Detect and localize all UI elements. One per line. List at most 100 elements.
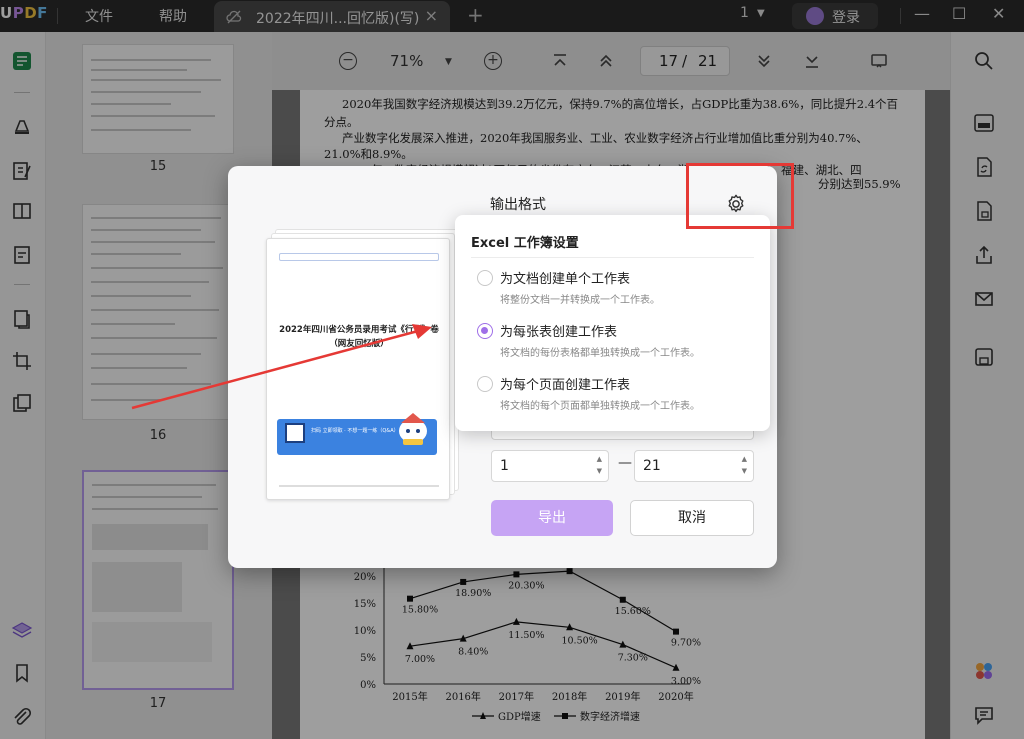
current-page: 17 [659, 52, 679, 70]
zoom-out-button[interactable]: − [339, 52, 357, 70]
crop-icon[interactable] [11, 350, 33, 372]
search-icon[interactable] [973, 50, 995, 72]
page-thumbnail-active[interactable] [82, 470, 234, 690]
thumbnail-page-number: 15 [149, 159, 167, 174]
range-separator: — [618, 455, 632, 471]
data-point [460, 578, 467, 585]
data-point [512, 617, 520, 625]
layers-icon[interactable] [11, 620, 33, 642]
x-tick-label: 2018年 [552, 690, 587, 703]
chevron-down-icon[interactable]: ▼ [757, 8, 765, 19]
save-icon[interactable] [973, 346, 995, 368]
protect-file-icon[interactable] [973, 200, 995, 222]
preview-title: 2022年四川省公务员录用考试《行测》卷（网友回忆版） [279, 325, 439, 349]
y-tick-label: 10% [354, 626, 376, 637]
menu-help[interactable]: 帮助 [159, 6, 187, 26]
export-button[interactable]: 导出 [491, 500, 613, 536]
divider [471, 257, 754, 258]
data-label: 9.70% [671, 638, 701, 649]
option-label[interactable]: 为文档创建单个工作表 [500, 268, 630, 287]
minimize-button[interactable]: — [914, 4, 930, 23]
share-icon[interactable] [973, 244, 995, 266]
data-label: 10.50% [561, 635, 597, 646]
menu-file[interactable]: 文件 [85, 6, 113, 26]
x-tick-label: 2020年 [658, 690, 693, 703]
range-from-input[interactable]: 1 ▲ ▼ [491, 450, 609, 482]
data-point [407, 595, 413, 602]
bookmark-icon[interactable] [11, 662, 33, 684]
maximize-button[interactable]: ☐ [952, 4, 966, 23]
page-text-line: 21.0%和8.9%。 [324, 147, 413, 161]
login-button[interactable]: 登录 [792, 3, 878, 29]
option-label[interactable]: 为每张表创建工作表 [500, 321, 617, 340]
edit-icon[interactable] [11, 160, 33, 182]
convert-icon[interactable] [11, 308, 33, 330]
preview-footer [279, 485, 439, 487]
range-to-input[interactable]: 21 ▲ ▼ [634, 450, 754, 482]
last-page-icon[interactable] [803, 52, 821, 70]
preview-banner-text: 扫码 立即领取 · 不想一题一练（Q&A） [311, 428, 399, 434]
data-point [566, 568, 573, 575]
y-tick-label: 20% [354, 572, 376, 583]
document-tab[interactable]: 2022年四川...回忆版)(写) × [214, 1, 450, 32]
close-window-button[interactable]: ✕ [992, 4, 1005, 23]
form-icon[interactable] [11, 244, 33, 266]
pages-icon[interactable] [11, 392, 33, 414]
mail-icon[interactable] [973, 288, 995, 310]
highlighter-icon[interactable] [11, 114, 33, 136]
option-description: 将文档的每份表格都单独转换成一个工作表。 [500, 348, 700, 359]
reader-icon[interactable] [11, 50, 33, 72]
data-label: 8.40% [458, 647, 488, 658]
radio-sheet-per-table[interactable] [477, 323, 493, 339]
divider [900, 8, 901, 24]
spin-up-icon[interactable]: ▲ [742, 455, 747, 463]
document-toolbar: − 71% ▼ + 17 / 21 [272, 32, 950, 90]
data-label: 20.30% [508, 580, 544, 591]
radio-sheet-per-page[interactable] [477, 376, 493, 392]
y-tick-label: 5% [360, 653, 376, 664]
convert-file-icon[interactable] [973, 156, 995, 178]
tab-count[interactable]: 1 [740, 5, 749, 21]
spin-down-icon[interactable]: ▼ [597, 467, 602, 475]
option-description: 将整份文档一并转换成一个工作表。 [500, 295, 660, 306]
data-label: 15.80% [402, 605, 438, 616]
new-tab-button[interactable]: + [467, 3, 484, 27]
data-label: 18.90% [455, 588, 491, 599]
zoom-level[interactable]: 71% [390, 52, 423, 70]
right-toolbar [950, 32, 1024, 739]
radio-single-sheet[interactable] [477, 270, 493, 286]
page-thumbnail[interactable] [82, 44, 234, 154]
page-text-line: 分点。 [324, 115, 359, 129]
tab-close-icon[interactable]: × [425, 6, 438, 25]
spin-down-icon[interactable]: ▼ [742, 467, 747, 475]
range-to-value: 21 [643, 458, 661, 474]
avatar [806, 7, 824, 25]
spin-up-icon[interactable]: ▲ [597, 455, 602, 463]
cancel-button[interactable]: 取消 [630, 500, 754, 536]
previous-page-icon[interactable] [597, 52, 615, 70]
zoom-dropdown-icon[interactable]: ▼ [445, 57, 452, 67]
comment-icon[interactable] [973, 704, 995, 726]
page-thumbnail[interactable] [82, 204, 234, 420]
next-page-icon[interactable] [755, 52, 773, 70]
excel-settings-popover: Excel 工作簿设置 为文档创建单个工作表 将整份文档一并转换成一个工作表。 … [455, 215, 770, 431]
ocr-icon[interactable] [973, 112, 995, 134]
page-number-input[interactable]: 17 / 21 [640, 46, 730, 76]
option-label[interactable]: 为每个页面创建工作表 [500, 374, 630, 393]
book-icon[interactable] [11, 200, 33, 222]
data-label: 15.60% [615, 606, 651, 617]
ai-assistant-icon[interactable] [973, 660, 995, 682]
data-label: 11.50% [508, 630, 544, 641]
data-label: 7.30% [618, 653, 648, 664]
x-tick-label: 2016年 [445, 690, 480, 703]
x-tick-label: 2017年 [499, 690, 534, 703]
y-tick-label: 0% [360, 680, 376, 691]
attachment-icon[interactable] [11, 706, 33, 728]
data-label: 7.00% [405, 654, 435, 665]
thumbnail-page-number: 17 [149, 696, 167, 711]
presentation-icon[interactable] [870, 52, 888, 70]
zoom-in-button[interactable]: + [484, 52, 502, 70]
x-tick-label: 2015年 [392, 690, 427, 703]
first-page-icon[interactable] [551, 52, 569, 70]
data-label: 3.00% [671, 676, 701, 687]
